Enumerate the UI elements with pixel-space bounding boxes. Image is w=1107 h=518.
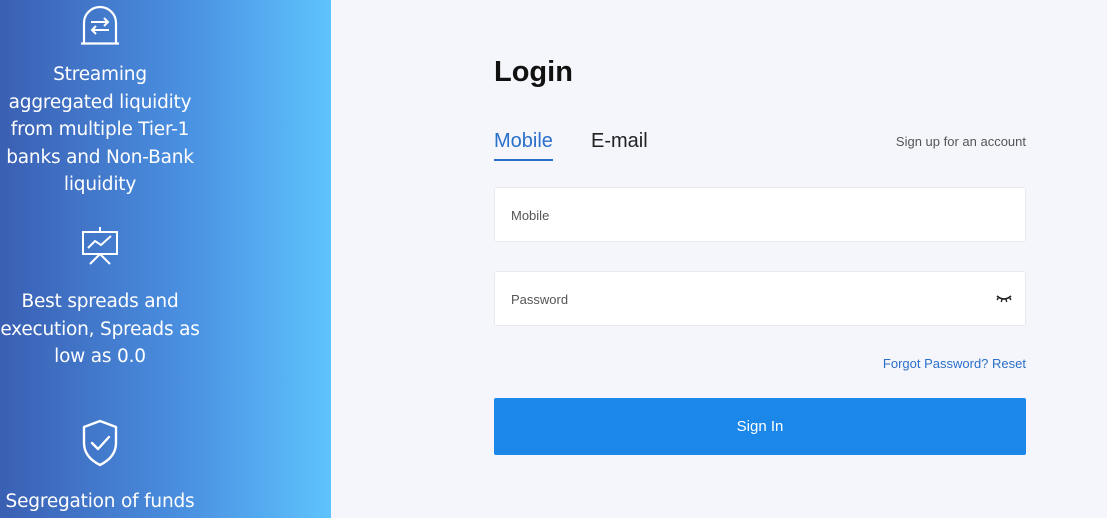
feature-liquidity: Streaming aggregated liquidity from mult… <box>0 3 200 199</box>
page-title: Login <box>494 56 573 88</box>
shield-check-icon <box>82 419 118 467</box>
forgot-password-link[interactable]: Forgot Password? Reset <box>883 356 1026 371</box>
feature-spreads: Best spreads and execution, Spreads as l… <box>0 226 200 371</box>
feature-liquidity-text: Streaming aggregated liquidity from mult… <box>6 64 194 195</box>
feature-spreads-text: Best spreads and execution, Spreads as l… <box>0 291 200 367</box>
password-input[interactable] <box>509 272 983 327</box>
exchange-icon <box>81 5 119 45</box>
promo-panel: Streaming aggregated liquidity from mult… <box>0 0 331 518</box>
sign-in-button[interactable]: Sign In <box>494 398 1026 455</box>
tab-mobile[interactable]: Mobile <box>494 130 553 161</box>
chart-board-icon <box>82 227 118 265</box>
feature-segregation-text: Segregation of funds <box>5 491 195 512</box>
mobile-input[interactable] <box>509 188 983 243</box>
feature-segregation: Segregation of funds <box>0 419 200 516</box>
signup-link[interactable]: Sign up for an account <box>896 134 1026 149</box>
tab-email[interactable]: E-mail <box>591 130 648 153</box>
eye-closed-icon[interactable] <box>995 292 1013 306</box>
password-field-container <box>494 271 1026 327</box>
mobile-field-container <box>494 187 1026 243</box>
login-area: Login Mobile E-mail Sign up for an accou… <box>331 0 1107 518</box>
